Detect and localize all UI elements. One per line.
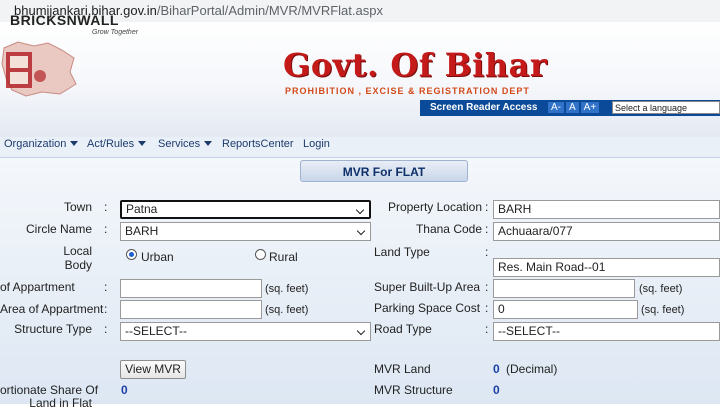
colon: : bbox=[104, 222, 108, 236]
mvr-structure-value: 0 bbox=[493, 383, 500, 397]
property-location-input[interactable]: BARH bbox=[493, 200, 720, 219]
thana-code-input[interactable]: Achuaara/077 bbox=[493, 222, 720, 241]
structure-type-value: --SELECT-- bbox=[125, 324, 188, 338]
structure-type-select[interactable]: --SELECT-- bbox=[120, 322, 371, 341]
brand-tagline: Grow Together bbox=[92, 29, 139, 36]
brand-logo-text: BRICKSNWALL bbox=[10, 12, 119, 28]
brand-logo: BRICKSNWALL bbox=[10, 12, 119, 28]
font-size-controls: A- A A+ bbox=[548, 102, 601, 113]
town-value: Patna bbox=[126, 202, 158, 216]
nav-services[interactable]: Services bbox=[158, 138, 213, 150]
urban-radio[interactable] bbox=[126, 249, 137, 260]
mvr-land-value: 0 bbox=[493, 362, 500, 376]
view-mvr-button[interactable]: View MVR bbox=[120, 360, 186, 379]
nav-label: Services bbox=[158, 138, 201, 150]
rural-label: Rural bbox=[269, 250, 298, 264]
chevron-down-icon bbox=[356, 326, 366, 336]
font-decrease-button[interactable]: A- bbox=[548, 102, 564, 113]
colon: : bbox=[485, 245, 489, 259]
nav-label: Act/Rules bbox=[87, 138, 135, 150]
colon: : bbox=[104, 200, 108, 214]
url-path: /BiharPortal/Admin/MVR/MVRFlat.aspx bbox=[156, 3, 383, 18]
sq-feet-unit: (sq. feet) bbox=[641, 304, 685, 316]
property-location-label: Property Location bbox=[387, 200, 482, 214]
road-type-label: Road Type bbox=[374, 322, 432, 336]
screen-reader-link[interactable]: Screen Reader Access bbox=[430, 102, 537, 113]
nav-reports-center[interactable]: ReportsCenter bbox=[222, 138, 294, 150]
chevron-down-icon bbox=[356, 226, 366, 236]
colon: : bbox=[485, 200, 489, 214]
mvr-land-unit: (Decimal) bbox=[506, 362, 558, 376]
carpet-area-label: Area of Appartment bbox=[0, 302, 104, 316]
form-title: MVR For FLAT bbox=[300, 160, 468, 182]
structure-type-label: Structure Type bbox=[14, 322, 92, 336]
area-of-appartment-label: of Appartment bbox=[0, 280, 75, 294]
sq-feet-unit: (sq. feet) bbox=[639, 283, 683, 295]
font-increase-button[interactable]: A+ bbox=[580, 102, 600, 113]
rural-radio[interactable] bbox=[255, 249, 266, 260]
sq-feet-unit: (sq. feet) bbox=[265, 304, 309, 316]
town-label: Town bbox=[63, 200, 92, 214]
proportionate-share-label-line2: Land in Flat bbox=[29, 396, 92, 410]
colon: : bbox=[104, 280, 108, 294]
circle-name-value: BARH bbox=[125, 224, 159, 238]
parking-space-cost-label: Parking Space Cost bbox=[374, 301, 481, 315]
colon: : bbox=[485, 322, 489, 336]
language-select[interactable]: Select a language bbox=[612, 101, 720, 114]
page-title: Govt. Of Bihar bbox=[283, 46, 548, 84]
colon: : bbox=[485, 280, 489, 294]
colon: : bbox=[104, 302, 108, 316]
thana-code-label: Thana Code bbox=[415, 222, 482, 236]
font-normal-button[interactable]: A bbox=[566, 102, 579, 113]
parking-space-cost-input[interactable]: 0 bbox=[493, 300, 638, 319]
urban-label: Urban bbox=[141, 250, 174, 264]
chevron-down-icon bbox=[138, 141, 147, 146]
proportionate-share-label-line1: ortionate Share Of bbox=[0, 383, 99, 397]
mvr-land-label: MVR Land bbox=[374, 362, 431, 376]
colon: : bbox=[104, 322, 108, 336]
road-type-select[interactable]: --SELECT-- bbox=[493, 322, 720, 341]
colon: : bbox=[485, 222, 489, 236]
nav-organization[interactable]: Organization bbox=[4, 138, 79, 150]
bihar-emblem-icon bbox=[1, 41, 77, 97]
chevron-down-icon bbox=[204, 141, 213, 146]
town-select[interactable]: Patna bbox=[120, 200, 371, 219]
chevron-down-icon bbox=[355, 205, 365, 215]
nav-act-rules[interactable]: Act/Rules bbox=[87, 138, 147, 150]
nav-label: Organization bbox=[4, 138, 67, 150]
carpet-area-input[interactable] bbox=[120, 300, 262, 319]
proportionate-share-value: 0 bbox=[121, 383, 128, 397]
mvr-structure-label: MVR Structure bbox=[374, 383, 453, 397]
circle-name-label: Circle Name bbox=[25, 222, 92, 236]
circle-name-select[interactable]: BARH bbox=[120, 222, 371, 241]
colon: : bbox=[485, 301, 489, 315]
road-type-value: --SELECT-- bbox=[498, 324, 561, 338]
local-body-label-line1: Local bbox=[63, 244, 92, 258]
land-type-input[interactable]: Res. Main Road--01 bbox=[493, 258, 720, 277]
nav-login[interactable]: Login bbox=[303, 138, 330, 150]
super-built-up-input[interactable] bbox=[493, 279, 635, 298]
department-subtitle: PROHIBITION , EXCISE & REGISTRATION DEPT bbox=[285, 86, 530, 96]
sq-feet-unit: (sq. feet) bbox=[265, 283, 309, 295]
land-type-label: Land Type bbox=[374, 245, 430, 259]
super-built-up-label: Super Built-Up Area bbox=[374, 280, 481, 294]
area-of-appartment-input[interactable] bbox=[120, 279, 262, 298]
local-body-label-line2: Body bbox=[64, 258, 92, 272]
chevron-down-icon bbox=[70, 141, 79, 146]
